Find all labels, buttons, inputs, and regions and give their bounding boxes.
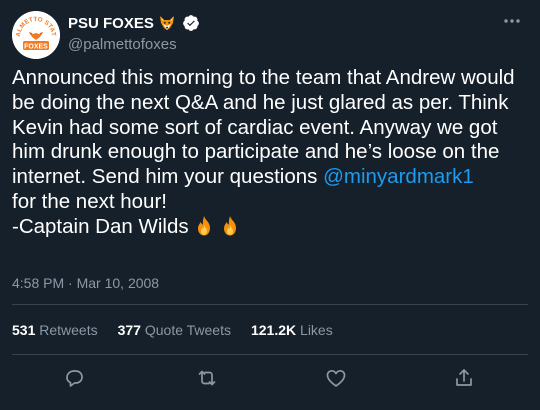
fire-emoji-icon <box>194 215 214 237</box>
retweet-icon[interactable] <box>195 366 219 390</box>
share-icon[interactable] <box>452 366 476 390</box>
tweet-text: Announced this morning to the team that … <box>12 66 528 240</box>
divider-bottom <box>12 354 528 355</box>
tweet-timestamp[interactable]: 4:58 PM · Mar 10, 2008 <box>12 275 159 291</box>
retweets-count: 531 <box>12 322 36 338</box>
likes-stat[interactable]: 121.2K Likes <box>251 322 333 338</box>
tweet-card: PALMETTO STATE FOXES PSU FOXES <box>0 0 540 410</box>
quote-tweets-count: 377 <box>117 322 141 338</box>
retweets-stat[interactable]: 531 Retweets <box>12 322 98 338</box>
quote-tweets-label: Quote Tweets <box>140 322 231 338</box>
fox-emoji-icon <box>158 14 176 32</box>
avatar[interactable]: PALMETTO STATE FOXES <box>12 11 60 59</box>
mention-link[interactable]: @minyardmark1 <box>323 165 474 188</box>
timestamp-separator: · <box>64 275 77 291</box>
display-name[interactable]: PSU FOXES <box>68 15 154 32</box>
tweet-text-tail: for the next hour! -Captain Dan Wilds <box>12 189 189 238</box>
likes-count: 121.2K <box>250 322 297 338</box>
fire-emoji-icon <box>220 215 240 237</box>
retweets-label: Retweets <box>35 322 98 338</box>
palmetto-foxes-logo: PALMETTO STATE FOXES <box>12 11 60 59</box>
tweet-header: PALMETTO STATE FOXES PSU FOXES <box>12 8 528 59</box>
tweet-actions <box>0 362 540 394</box>
avatar-bottom-text: FOXES <box>24 43 48 50</box>
reply-icon[interactable] <box>62 366 86 390</box>
more-options-icon[interactable] <box>500 12 524 30</box>
tweet-date: Mar 10, 2008 <box>76 275 160 291</box>
name-row: PSU FOXES <box>68 12 200 34</box>
quote-tweets-stat[interactable]: 377 Quote Tweets <box>118 322 231 338</box>
engagement-stats: 531 Retweets 377 Quote Tweets 121.2K Lik… <box>12 322 333 338</box>
divider-top <box>12 304 528 305</box>
tweet-time: 4:58 PM <box>12 275 65 291</box>
account-handle[interactable]: @palmettofoxes <box>68 36 177 53</box>
like-icon[interactable] <box>324 366 348 390</box>
likes-label: Likes <box>296 322 333 338</box>
verified-badge-icon <box>182 14 200 32</box>
